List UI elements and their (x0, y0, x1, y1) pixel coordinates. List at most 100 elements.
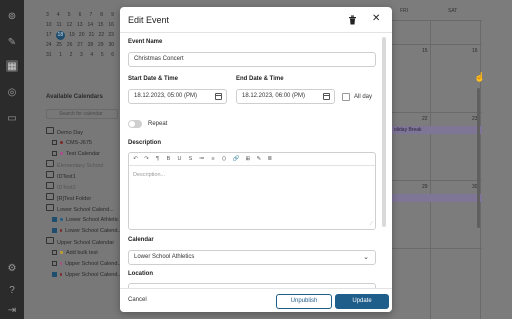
mini-calendar-day[interactable]: 18 (55, 30, 65, 40)
mini-calendar-day[interactable]: 13 (77, 22, 83, 28)
toolbar-button-icon[interactable]: ≡ (211, 156, 216, 162)
mini-calendar-day[interactable]: 3 (46, 12, 49, 18)
mini-calendar-day[interactable]: 22 (99, 32, 105, 38)
mini-calendar-day[interactable]: 10 (46, 22, 52, 28)
mini-calendar-day[interactable]: 4 (57, 12, 60, 18)
calendar-checkbox[interactable] (52, 228, 57, 233)
holiday-break-event-continued[interactable] (392, 194, 482, 202)
calendar-folder[interactable]: Upper School Calendar (46, 236, 122, 247)
help-icon[interactable]: ? (6, 284, 18, 296)
calendar-item[interactable]: Lower School Athletic (46, 214, 122, 225)
toolbar-button-icon[interactable]: B (166, 156, 171, 162)
mini-calendar-day[interactable]: 14 (87, 22, 93, 28)
update-button[interactable]: Update (335, 294, 389, 309)
mini-calendar-day[interactable]: 30 (108, 42, 114, 48)
toolbar-button-icon[interactable]: ⟨⟩ (222, 156, 227, 162)
toolbar-button-icon[interactable]: ↶ (133, 156, 138, 162)
day-22[interactable]: 22 (422, 116, 428, 122)
cancel-button[interactable]: Cancel (128, 297, 147, 303)
mini-calendar-day[interactable]: 6 (79, 12, 82, 18)
mini-calendar-day[interactable]: 2 (70, 52, 73, 58)
mini-calendar-day[interactable]: 31 (46, 52, 52, 58)
mini-calendar-day[interactable]: 29 (98, 42, 104, 48)
mini-calendar-day[interactable]: 7 (89, 12, 92, 18)
mini-calendar-day[interactable]: 21 (89, 32, 95, 38)
calendar-folder[interactable]: [R]Test Folder (46, 192, 122, 203)
mini-calendar-day[interactable]: 23 (108, 32, 114, 38)
day-29[interactable]: 29 (422, 184, 428, 190)
calendar-folder[interactable]: Elementary School (46, 159, 122, 170)
close-icon[interactable]: ✕ (372, 14, 380, 24)
resize-handle-icon[interactable]: ⟋ (369, 221, 373, 227)
calendar-checkbox[interactable] (52, 217, 57, 222)
all-day-box[interactable] (342, 93, 350, 101)
mini-calendar-day[interactable]: 26 (67, 42, 73, 48)
toolbar-button-icon[interactable]: ¶ (155, 156, 160, 162)
settings-icon[interactable]: ⚙ (6, 262, 18, 274)
calendar-folder[interactable]: IDTest1 (46, 170, 122, 181)
calendar-icon[interactable] (215, 93, 222, 100)
calendar-item[interactable]: Test Calendar (46, 148, 122, 159)
toolbar-button-icon[interactable]: ⊞ (245, 156, 251, 162)
calendar-checkbox[interactable] (52, 250, 57, 255)
folder-icon[interactable]: ▭ (6, 112, 18, 124)
logo-icon[interactable]: ⊚ (6, 10, 18, 22)
mini-calendar-day[interactable]: 9 (111, 12, 114, 18)
repeat-toggle[interactable] (128, 120, 142, 128)
calendar-folder[interactable]: Lower School Calend... (46, 203, 122, 214)
users-icon[interactable]: ◎ (6, 86, 18, 98)
day-16[interactable]: 16 (472, 48, 478, 54)
event-name-input[interactable]: Christmas Concert (128, 52, 376, 67)
toolbar-button-icon[interactable]: ↷ (144, 156, 149, 162)
day-15[interactable]: 15 (422, 48, 428, 54)
calendar-select[interactable]: Lower School Athletics ⌄ (128, 250, 376, 265)
calendar-item[interactable]: CMS-J675 (46, 137, 122, 148)
mini-calendar-day[interactable]: 5 (68, 12, 71, 18)
calendar-icon[interactable] (323, 93, 330, 100)
mini-calendar-day[interactable]: 19 (69, 32, 75, 38)
mini-calendar-day[interactable]: 6 (111, 52, 114, 58)
all-day-checkbox[interactable]: All day (342, 93, 372, 101)
calendar-checkbox[interactable] (52, 261, 57, 266)
calendar-checkbox[interactable] (52, 140, 57, 145)
dialog-scrollbar[interactable] (382, 37, 386, 227)
toolbar-button-icon[interactable]: ≔ (199, 156, 205, 162)
calendar-folder[interactable]: Demo Day (46, 126, 122, 137)
calendar-item[interactable]: Lower School Calend... (46, 225, 122, 236)
mini-calendar-day[interactable]: 4 (90, 52, 93, 58)
mini-calendar-day[interactable]: 8 (100, 12, 103, 18)
mini-calendar-day[interactable]: 16 (108, 22, 114, 28)
mini-calendar-day[interactable]: 11 (56, 22, 61, 28)
mini-calendar-day[interactable]: 17 (46, 32, 52, 38)
toolbar-button-icon[interactable]: ≣ (267, 156, 273, 162)
mini-calendar-day[interactable]: 24 (46, 42, 52, 48)
calendar-search-input[interactable]: Search for calendar (46, 109, 118, 119)
unpublish-button[interactable]: Unpublish (276, 294, 332, 309)
mini-calendar-day[interactable]: 12 (67, 22, 73, 28)
description-editor[interactable]: ↶ ↷ ¶ B U S ≔ ≡ ⟨⟩ 🔗 ⊞ ✎ ≣ Description... ⟋ (128, 152, 376, 230)
holiday-break-event[interactable]: oliday Break (392, 126, 482, 134)
calendar-folder[interactable]: IDTest2 (46, 181, 122, 192)
mini-calendar-day[interactable]: 1 (59, 52, 62, 58)
mini-calendar-day[interactable]: 5 (101, 52, 104, 58)
mini-calendar-day[interactable]: 27 (77, 42, 83, 48)
grid-scrollbar[interactable] (477, 88, 480, 228)
mini-calendar-day[interactable]: 25 (56, 42, 62, 48)
end-date-input[interactable]: 18.12.2023, 06:00 (PM) (236, 89, 335, 104)
toolbar-button-icon[interactable]: S (188, 156, 193, 162)
mini-calendar-day[interactable]: 3 (80, 52, 83, 58)
toolbar-button-icon[interactable]: ✎ (256, 156, 262, 162)
mini-calendar-day[interactable]: 20 (79, 32, 85, 38)
calendar-item[interactable]: Add bulk test (46, 247, 122, 258)
delete-icon[interactable] (348, 15, 357, 25)
calendar-checkbox[interactable] (52, 151, 57, 156)
calendar-item[interactable]: Upper School Calend... (46, 269, 122, 280)
mini-calendar-day[interactable]: 15 (98, 22, 104, 28)
start-date-input[interactable]: 18.12.2023, 05:00 (PM) (128, 89, 227, 104)
toolbar-button-icon[interactable]: 🔗 (233, 156, 240, 162)
paint-icon[interactable]: ✎ (6, 36, 18, 48)
calendar-checkbox[interactable] (52, 272, 57, 277)
mini-calendar-day[interactable]: 28 (88, 42, 94, 48)
logout-icon[interactable]: ⇥ (6, 304, 18, 316)
calendar-item[interactable]: Upper School Calend... (46, 258, 122, 269)
